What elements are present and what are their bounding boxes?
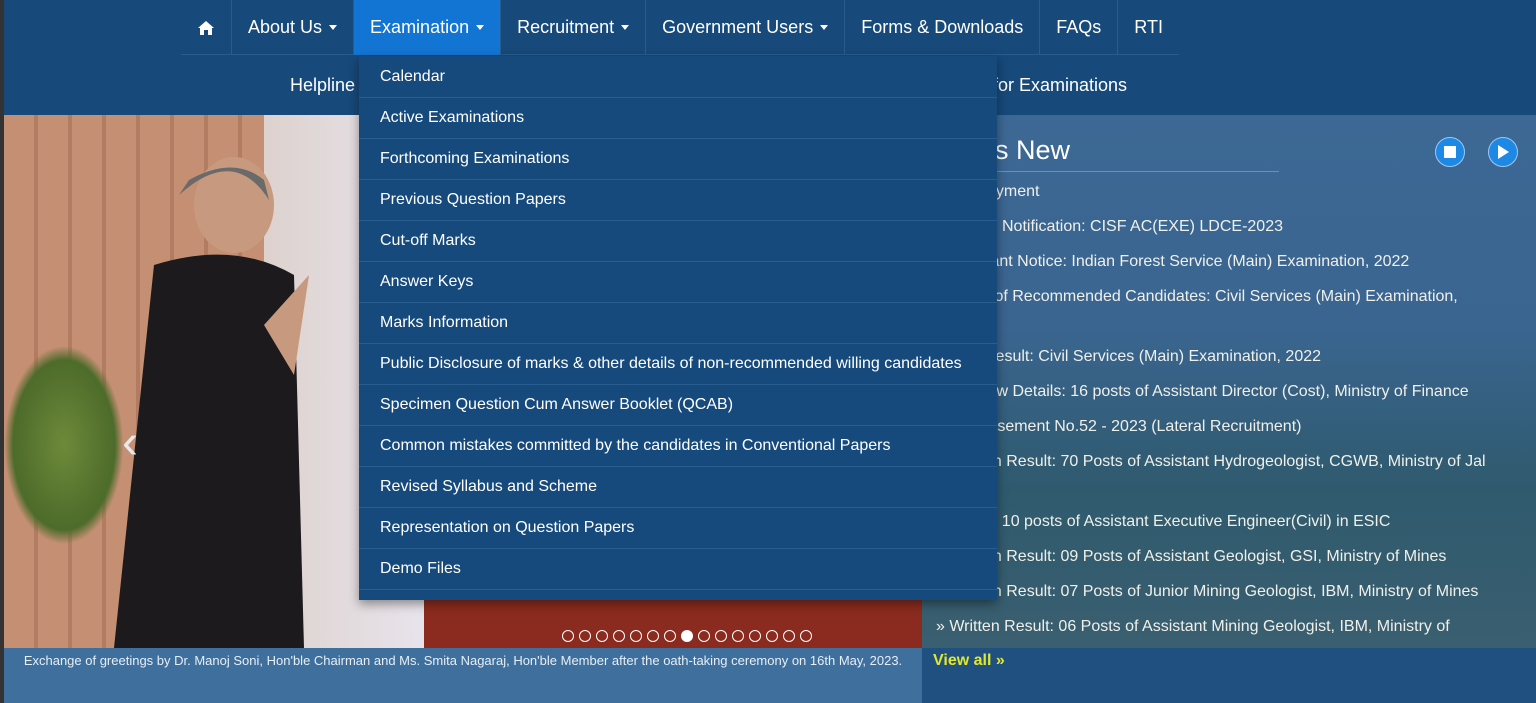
dropdown-item[interactable]: Representation on Question Papers (359, 508, 997, 549)
dropdown-item[interactable]: Specimen Question Cum Answer Booklet (QC… (359, 385, 997, 426)
nav-rti[interactable]: RTI (1117, 0, 1179, 55)
stop-icon (1444, 146, 1456, 158)
dropdown-item[interactable]: Revised Syllabus and Scheme (359, 467, 997, 508)
nav-recruitment[interactable]: Recruitment (500, 0, 645, 55)
nav-for-examinations[interactable]: for Examinations (993, 56, 1127, 115)
dropdown-item[interactable]: Forthcoming Examinations (359, 139, 997, 180)
carousel-dot[interactable] (664, 630, 676, 642)
carousel-dot[interactable] (783, 630, 795, 642)
examination-dropdown-menu: Calendar Active Examinations Forthcoming E… (359, 56, 997, 600)
news-item[interactable]: e: 10 posts of Assistant Executive Engin… (984, 513, 1390, 531)
dropdown-item[interactable]: Cut-off Marks (359, 221, 997, 262)
carousel-dot[interactable] (732, 630, 744, 642)
news-item[interactable]: en Result: 09 Posts of Assistant Geologi… (984, 548, 1446, 566)
carousel-caption: Exchange of greetings by Dr. Manoj Soni,… (4, 648, 922, 703)
carousel-dot[interactable] (630, 630, 642, 642)
nav-helpline[interactable]: Helpline (290, 56, 355, 115)
main-nav: About Us Examination Recruitment Governm… (181, 0, 1179, 55)
dropdown-item[interactable]: Previous Question Papers (359, 180, 997, 221)
nav-forms-downloads[interactable]: Forms & Downloads (844, 0, 1039, 55)
carousel-prev-button[interactable]: ‹ (122, 415, 138, 470)
carousel-dot[interactable] (749, 630, 761, 642)
carousel-dot[interactable] (596, 630, 608, 642)
play-button[interactable] (1488, 137, 1518, 167)
news-item[interactable]: rtisement No.52 - 2023 (Lateral Recruitm… (984, 418, 1301, 436)
carousel-dot[interactable] (613, 630, 625, 642)
caret-down-icon (476, 25, 485, 30)
carousel-dot[interactable] (800, 630, 812, 642)
carousel-dot[interactable] (698, 630, 710, 642)
caret-down-icon (820, 25, 829, 30)
news-item[interactable]: Notification: CISF AC(EXE) LDCE-2023 (1002, 218, 1283, 236)
stop-button[interactable] (1435, 137, 1465, 167)
news-item[interactable]: Result: Civil Services (Main) Examinatio… (984, 348, 1321, 366)
play-icon (1498, 145, 1509, 159)
nav-government-users[interactable]: Government Users (645, 0, 844, 55)
whats-new-panel: t’s New oyment Notification: CISF AC(EXE)… (922, 115, 1536, 648)
dropdown-item[interactable]: Demo Files (359, 549, 997, 590)
news-item[interactable]: tant Notice: Indian Forest Service (Main… (986, 253, 1409, 271)
dropdown-item[interactable]: Common mistakes committed by the candida… (359, 426, 997, 467)
dropdown-item[interactable]: Answer Keys (359, 262, 997, 303)
nav-faqs[interactable]: FAQs (1039, 0, 1117, 55)
caret-down-icon (621, 25, 630, 30)
news-item[interactable]: iew Details: 16 posts of Assistant Direc… (984, 383, 1469, 401)
carousel-dot[interactable] (647, 630, 659, 642)
nav-examination[interactable]: Examination (353, 0, 501, 55)
news-item[interactable]: en Result: 07 Posts of Junior Mining Geo… (984, 583, 1478, 601)
news-item[interactable]: s of Recommended Candidates: Civil Servi… (982, 288, 1458, 306)
home-icon (198, 20, 214, 35)
carousel-dot[interactable] (766, 630, 778, 642)
dropdown-item[interactable]: Active Examinations (359, 98, 997, 139)
dropdown-item[interactable]: Calendar (359, 57, 997, 98)
dropdown-item[interactable]: Public Disclosure of marks & other detai… (359, 344, 997, 385)
nav-about-us[interactable]: About Us (231, 0, 353, 55)
dropdown-item[interactable]: Marks Information (359, 303, 997, 344)
carousel-dot[interactable] (579, 630, 591, 642)
whats-new-footer: View all » (922, 648, 1536, 703)
carousel-dot[interactable] (562, 630, 574, 642)
nav-home[interactable] (181, 0, 231, 55)
view-all-link[interactable]: View all » (933, 652, 1005, 669)
carousel-dot[interactable] (681, 630, 693, 642)
caret-down-icon (329, 25, 338, 30)
carousel-indicators (562, 630, 812, 642)
news-item[interactable]: » Written Result: 06 Posts of Assistant … (936, 618, 1450, 636)
carousel-dot[interactable] (715, 630, 727, 642)
news-item[interactable]: en Result: 70 Posts of Assistant Hydroge… (984, 453, 1486, 471)
